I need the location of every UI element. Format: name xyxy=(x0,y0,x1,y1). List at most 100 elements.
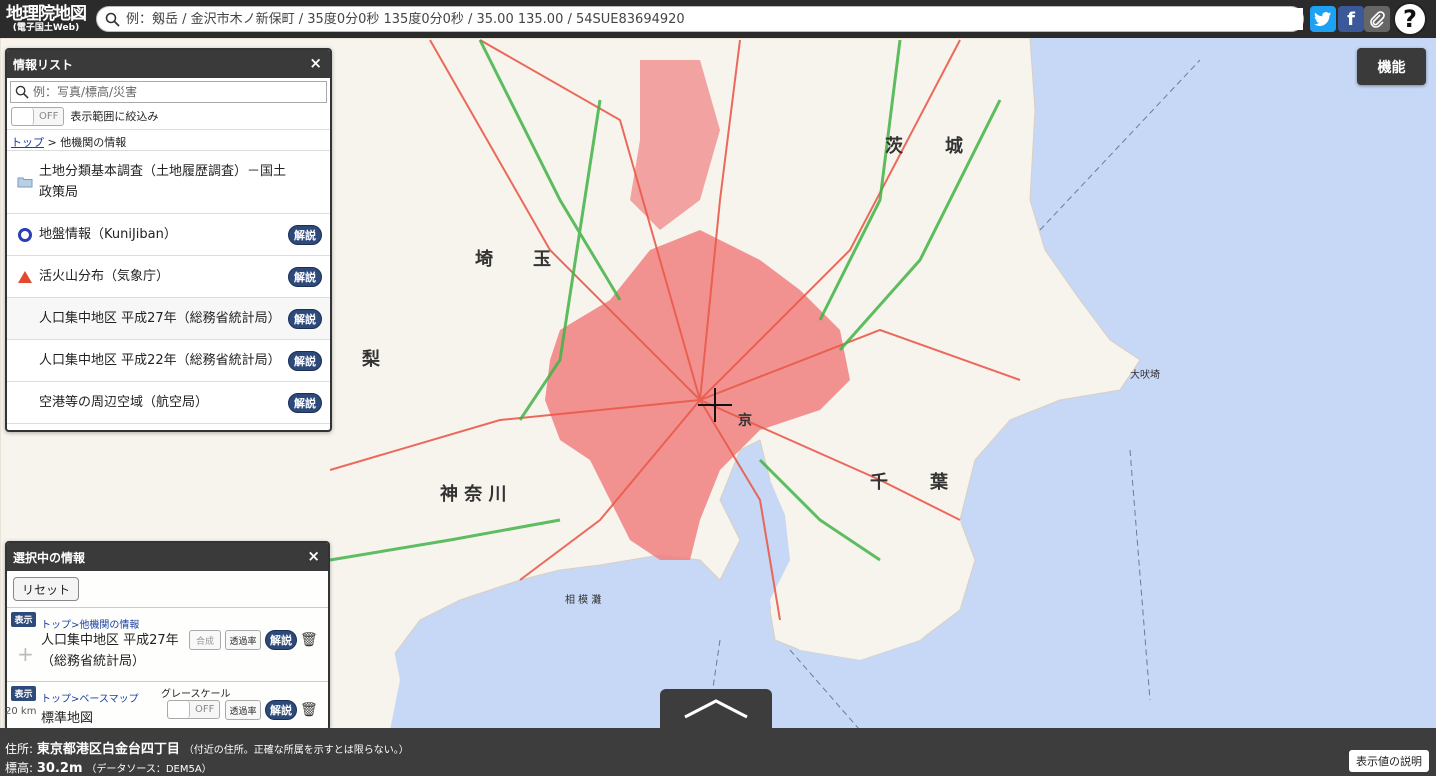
scale-bar: 20 km xyxy=(5,706,37,717)
layer-path[interactable]: トップ>ベースマップ xyxy=(41,690,139,705)
reset-button[interactable]: リセット xyxy=(13,577,79,601)
facebook-icon[interactable]: f xyxy=(1338,6,1364,32)
info-panel-title: 情報リスト xyxy=(13,57,74,72)
elevation-display: 標高: 30.2m （データソース：DEM5A） xyxy=(5,759,212,776)
elevation-label: 標高: xyxy=(5,761,34,775)
map-label-tokyo: 京 xyxy=(738,412,752,429)
twitter-icon[interactable] xyxy=(1310,6,1336,32)
composite-button[interactable]: 合成 xyxy=(189,630,221,650)
toggle-state: OFF xyxy=(195,704,215,715)
selected-layer-row: 表示 トップ>ベースマップ 標準地図 グレースケール OFF 透過率 解説 🗑 xyxy=(7,681,328,729)
circle-icon xyxy=(18,227,32,242)
blank-icon xyxy=(17,395,33,411)
function-menu-button[interactable]: 機能 xyxy=(1357,48,1426,85)
address-note: （付近の住所。正確な所属を示すとは限らない。） xyxy=(183,745,409,756)
bottom-panel-toggle[interactable] xyxy=(660,689,772,729)
chevron-up-icon xyxy=(684,699,748,719)
map-label-saitama-2: 玉 xyxy=(533,249,551,270)
header-bar: 地理院地図 (電子国土Web) f ? xyxy=(0,0,1436,38)
explain-button[interactable]: 解説 xyxy=(265,700,297,720)
opacity-button[interactable]: 透過率 xyxy=(225,700,261,720)
toggle-knob xyxy=(12,107,34,125)
breadcrumb-current: > 他機関の情報 xyxy=(44,136,127,149)
blank-icon xyxy=(17,311,33,327)
selected-info-panel: 選択中の情報 × リセット 表示 + トップ>他機関の情報 人口集中地区 平成2… xyxy=(5,541,330,731)
explain-button[interactable]: 解説 xyxy=(265,630,297,650)
search-icon xyxy=(105,12,120,27)
breadcrumb-top-link[interactable]: トップ xyxy=(11,136,44,149)
selected-layer-row: 表示 + トップ>他機関の情報 人口集中地区 平成27年（総務省統計局） 合成 … xyxy=(7,607,328,681)
grayscale-toggle[interactable]: OFF xyxy=(167,700,221,719)
list-item-label: 地盤情報（KuniJiban） xyxy=(39,227,177,242)
close-icon[interactable]: × xyxy=(309,54,322,72)
toggle-knob xyxy=(168,701,190,718)
value-explanation-button[interactable]: 表示値の説明 xyxy=(1349,750,1429,772)
trash-icon[interactable]: 🗑 xyxy=(300,702,318,718)
address-display: 住所: 東京都港区白金台四丁目 （付近の住所。正確な所属を示すとは限らない。） xyxy=(5,738,409,757)
map-label-chiba-2: 葉 xyxy=(929,472,949,493)
list-item-land-classification[interactable]: 土地分類基本調査（土地履歴調査）－国土政策局 xyxy=(7,151,330,214)
grayscale-label: グレースケール xyxy=(161,689,231,700)
blank-icon xyxy=(17,353,33,369)
list-item-label: 人口集中地区 平成22年（総務省統計局） xyxy=(39,353,281,368)
list-item-airspace[interactable]: 空港等の周辺空域（航空局） 解説 xyxy=(7,382,330,424)
status-bar: 住所: 東京都港区白金台四丁目 （付近の住所。正確な所属を示すとは限らない。） … xyxy=(0,728,1436,776)
address-label: 住所: xyxy=(5,742,34,756)
map-label-saitama-1: 埼 xyxy=(475,248,493,270)
close-icon[interactable]: × xyxy=(307,547,320,565)
izu-peninsula xyxy=(330,630,400,730)
breadcrumb: トップ > 他機関の情報 xyxy=(7,129,330,151)
search-input[interactable] xyxy=(126,8,1303,30)
app-root: 茨 城 埼 玉 神 奈 川 千 葉 京 梨 相 模 灘 大吠埼 地理院地図 (電… xyxy=(0,0,1436,776)
info-search-box xyxy=(10,81,327,103)
layer-name: 標準地図 xyxy=(41,711,94,726)
logo-subtitle: (電子国土Web) xyxy=(12,22,80,33)
filter-toggle-label: 表示範囲に絞込み xyxy=(70,110,159,123)
list-item-label: 活火山分布（気象庁） xyxy=(39,269,170,284)
list-item-did-h27[interactable]: 人口集中地区 平成27年（総務省統計局） 解説 xyxy=(7,298,330,340)
explain-button[interactable]: 解説 xyxy=(288,309,322,329)
help-icon[interactable]: ? xyxy=(1393,2,1427,36)
trash-icon[interactable]: 🗑 xyxy=(300,632,318,648)
layer-path[interactable]: トップ>他機関の情報 xyxy=(41,616,139,631)
list-item-volcano[interactable]: 活火山分布（気象庁） 解説 xyxy=(7,256,330,298)
explain-button[interactable]: 解説 xyxy=(288,225,322,245)
list-item-label: 人口集中地区 平成27年（総務省統計局） xyxy=(39,311,281,326)
map-label-yamanashi: 梨 xyxy=(362,348,380,370)
map-label-sagami: 相 模 灘 xyxy=(565,593,601,606)
info-search-input[interactable] xyxy=(33,85,326,99)
explain-button[interactable]: 解説 xyxy=(288,267,322,287)
logo-title: 地理院地図 xyxy=(6,3,87,24)
folder-icon xyxy=(17,177,33,188)
selected-panel-header: 選択中の情報 × xyxy=(7,543,328,571)
list-item-kunijiban[interactable]: 地盤情報（KuniJiban） 解説 xyxy=(7,214,330,256)
toggle-state: OFF xyxy=(39,110,59,122)
info-panel-header: 情報リスト × xyxy=(7,50,330,78)
opacity-button[interactable]: 透過率 xyxy=(225,630,261,650)
selected-panel-title: 選択中の情報 xyxy=(13,550,86,565)
visibility-badge[interactable]: 表示 xyxy=(11,612,36,627)
info-list-panel: 情報リスト × OFF 表示範囲に絞込み トップ > 他機関の情報 土地分類基本… xyxy=(5,48,332,432)
center-crosshair xyxy=(698,388,732,422)
filter-toggle[interactable]: OFF xyxy=(11,106,65,126)
map-label-chiba-1: 千 xyxy=(870,472,888,493)
map-label-kanagawa: 神 奈 川 xyxy=(440,483,507,505)
map-label-ibaraki-2: 城 xyxy=(945,135,963,157)
list-item-did-h22[interactable]: 人口集中地区 平成22年（総務省統計局） 解説 xyxy=(7,340,330,382)
link-icon[interactable] xyxy=(1364,6,1390,32)
map-label-inubo: 大吠埼 xyxy=(1130,368,1160,381)
explain-button[interactable]: 解説 xyxy=(288,351,322,371)
address-value: 東京都港区白金台四丁目 xyxy=(36,742,180,757)
layer-name: 人口集中地区 平成27年（総務省統計局） xyxy=(41,633,179,669)
list-item-label: 空港等の周辺空域（航空局） xyxy=(39,395,209,410)
elevation-note: （データソース：DEM5A） xyxy=(86,764,212,775)
site-logo[interactable]: 地理院地図 (電子国土Web) xyxy=(0,0,92,38)
list-item-label: 土地分類基本調査（土地履歴調査）－国土政策局 xyxy=(39,164,287,200)
visibility-badge[interactable]: 表示 xyxy=(11,686,36,701)
filter-toggle-row: OFF 表示範囲に絞込み xyxy=(7,103,330,129)
explain-button[interactable]: 解説 xyxy=(288,393,322,413)
plus-icon[interactable]: + xyxy=(17,642,34,666)
location-search xyxy=(96,6,1304,32)
search-icon xyxy=(15,85,29,99)
triangle-icon xyxy=(18,270,32,283)
